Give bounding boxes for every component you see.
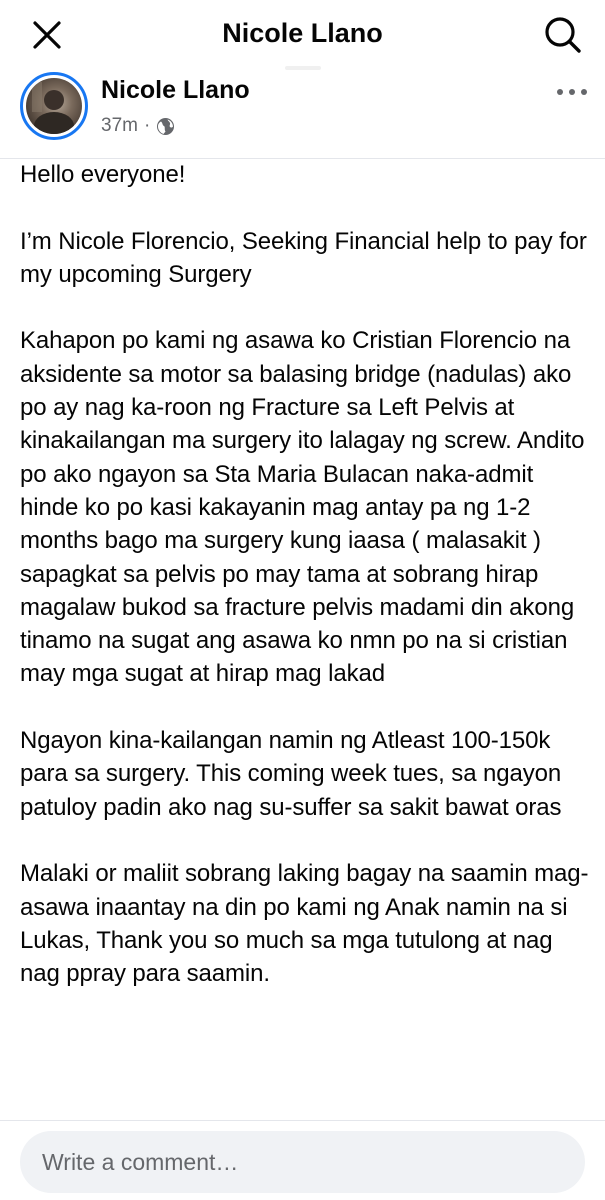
post-paragraph: Hello everyone! [20,161,186,188]
comment-input[interactable] [20,1131,585,1193]
more-horizontal-icon [557,89,587,95]
post-header: Nicole Llano 37m · [0,70,605,158]
author-name[interactable]: Nicole Llano [101,76,250,105]
page-title: Nicole Llano [222,18,383,48]
post-paragraph: I’m Nicole Florencio, Seeking Financial … [20,227,587,288]
post-body: Hello everyone! I’m Nicole Florencio, Se… [20,158,595,1118]
more-options-button[interactable] [554,82,590,102]
search-icon [545,17,581,53]
post-paragraph: Ngayon kina-kailangan namin ng Atleast 1… [20,727,562,821]
avatar [26,78,82,134]
globe-icon [156,117,175,136]
meta-separator: · [143,115,151,136]
avatar-story-ring[interactable] [20,72,88,140]
comment-bar [0,1120,605,1200]
post-paragraph: Kahapon po kami ng asawa ko Cristian Flo… [20,327,585,688]
post-meta: 37m · [101,112,175,140]
top-bar: Nicole Llano [0,0,605,70]
post-time[interactable]: 37m [101,115,138,137]
avatar-image [32,82,74,134]
search-button[interactable] [540,12,586,58]
post-paragraph: Malaki or maliit sobrang laking bagay na… [20,860,589,988]
